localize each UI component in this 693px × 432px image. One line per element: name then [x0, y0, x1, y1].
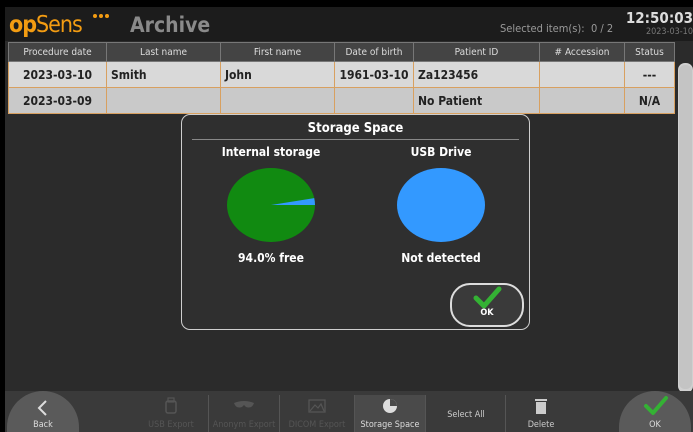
dialog-divider — [192, 139, 519, 140]
opsens-logo: opSens — [9, 12, 109, 38]
toolbar-ok-button[interactable]: OK — [619, 395, 691, 432]
header-bar: opSens Archive Selected item(s): 0 / 2 1… — [5, 7, 693, 41]
cell-procedure-date: 2023-03-10 — [8, 61, 107, 88]
clock-date: 2023-03-10 — [645, 27, 693, 37]
selection-count: Selected item(s): 0 / 2 — [500, 22, 614, 35]
cell-patient-id: Za123456 — [413, 61, 540, 88]
cell-patient-id: No Patient — [413, 87, 540, 114]
col-procedure-date[interactable]: Procedure date — [8, 42, 107, 62]
cell-date-of-birth — [334, 87, 414, 114]
table-header-row: Procedure date Last name First name Date… — [8, 42, 675, 62]
delete-label: Delete — [527, 420, 555, 430]
storage-space-dialog: Storage Space Internal storage 94.0% fre… — [181, 114, 530, 330]
usb-export-button[interactable]: USB Export — [135, 395, 207, 432]
usb-pie-disc — [397, 168, 485, 242]
col-status[interactable]: Status — [624, 42, 675, 62]
cell-last-name: Smith — [106, 61, 221, 88]
scrollbar-thumb[interactable] — [679, 65, 692, 389]
cell-date-of-birth: 1961-03-10 — [334, 61, 414, 88]
dialog-ok-label: OK — [480, 308, 494, 318]
cell-first-name — [220, 87, 335, 114]
image-icon — [308, 399, 326, 413]
back-button[interactable]: Back — [7, 395, 79, 432]
dicom-export-button[interactable]: DICOM Export — [279, 395, 354, 432]
usb-drive-label: USB Drive — [410, 145, 472, 159]
chevron-left-icon — [37, 400, 47, 416]
internal-storage-panel: Internal storage 94.0% free — [196, 145, 346, 265]
internal-storage-pie — [227, 168, 315, 242]
internal-free-text: 94.0% free — [238, 251, 304, 265]
cell-status: N/A — [624, 87, 675, 114]
dialog-title: Storage Space — [307, 121, 404, 136]
usb-drive-pie — [397, 168, 485, 242]
cell-accession — [539, 61, 625, 88]
col-accession[interactable]: # Accession — [539, 42, 625, 62]
trash-icon — [535, 399, 547, 414]
cell-status: --- — [624, 61, 675, 88]
toolbar-ok-label: OK — [649, 420, 661, 430]
internal-storage-label: Internal storage — [221, 145, 321, 159]
cell-procedure-date: 2023-03-09 — [8, 87, 107, 114]
bottom-toolbar: Back USB Export Anonym Export DICOM Expo… — [5, 391, 693, 432]
col-patient-id[interactable]: Patient ID — [413, 42, 540, 62]
mask-icon — [234, 401, 254, 408]
col-last-name[interactable]: Last name — [106, 42, 221, 62]
archive-app: opSens Archive Selected item(s): 0 / 2 1… — [5, 7, 693, 432]
procedure-table: Procedure date Last name First name Date… — [8, 42, 675, 114]
delete-button[interactable]: Delete — [505, 395, 576, 432]
usb-status-text: Not detected — [401, 251, 481, 265]
page-title: Archive — [130, 13, 211, 37]
pie-chart-icon — [383, 399, 397, 413]
usb-icon — [165, 397, 177, 414]
cell-first-name: John — [220, 61, 335, 88]
select-all-button[interactable]: Select All — [425, 395, 506, 432]
cell-last-name — [106, 87, 221, 114]
select-all-label: Select All — [447, 410, 485, 420]
dicom-export-label: DICOM Export — [288, 420, 346, 430]
table-row[interactable]: 2023-03-09 No Patient N/A — [8, 87, 675, 114]
col-date-of-birth[interactable]: Date of birth — [334, 42, 414, 62]
table-scrollbar[interactable] — [678, 63, 693, 393]
col-first-name[interactable]: First name — [220, 42, 335, 62]
cell-accession — [539, 87, 625, 114]
anonym-export-button[interactable]: Anonym Export — [208, 395, 279, 432]
back-label: Back — [33, 420, 53, 430]
check-icon — [644, 396, 668, 415]
anonym-export-label: Anonym Export — [212, 420, 276, 430]
table-row[interactable]: 2023-03-10 Smith John 1961-03-10 Za12345… — [8, 61, 675, 88]
storage-space-button[interactable]: Storage Space — [354, 395, 425, 432]
clock-time: 12:50:03 — [625, 9, 693, 27]
logo-sens: Sens — [36, 12, 83, 38]
logo-dots — [93, 14, 109, 18]
usb-export-label: USB Export — [148, 420, 194, 430]
storage-space-label: Storage Space — [360, 420, 420, 430]
logo-op: op — [9, 12, 37, 38]
usb-drive-panel: USB Drive Not detected — [366, 145, 516, 265]
dialog-ok-button[interactable]: OK — [450, 283, 524, 327]
